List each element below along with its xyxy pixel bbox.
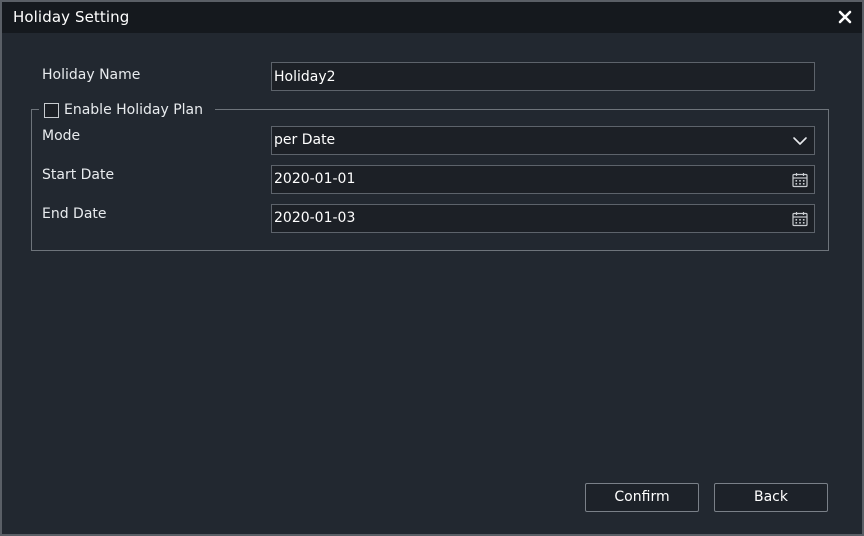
chevron-down-icon[interactable] — [790, 131, 810, 151]
calendar-icon[interactable] — [790, 209, 810, 229]
back-button[interactable]: Back — [714, 483, 828, 512]
end-date-field[interactable]: 2020-01-03 — [271, 204, 815, 233]
holiday-name-label: Holiday Name — [42, 67, 141, 83]
enable-holiday-plan-label[interactable]: Enable Holiday Plan — [64, 102, 203, 118]
holiday-name-input[interactable] — [274, 63, 814, 90]
holiday-setting-dialog: Holiday Setting Holiday Name Enable Holi… — [0, 0, 864, 536]
enable-holiday-plan-legend: Enable Holiday Plan — [39, 101, 215, 119]
title-bar: Holiday Setting — [2, 2, 862, 33]
end-date-value: 2020-01-03 — [274, 210, 356, 226]
close-icon[interactable] — [834, 6, 856, 28]
confirm-button[interactable]: Confirm — [585, 483, 699, 512]
calendar-icon[interactable] — [790, 170, 810, 190]
end-date-label: End Date — [42, 206, 107, 222]
dialog-title: Holiday Setting — [13, 8, 130, 26]
start-date-label: Start Date — [42, 167, 115, 183]
start-date-field[interactable]: 2020-01-01 — [271, 165, 815, 194]
start-date-value: 2020-01-01 — [274, 171, 356, 187]
mode-select-value: per Date — [274, 132, 336, 148]
mode-label: Mode — [42, 128, 81, 144]
enable-holiday-plan-checkbox[interactable] — [44, 102, 59, 118]
mode-select[interactable]: per Date — [271, 126, 815, 155]
holiday-name-field[interactable] — [271, 62, 815, 91]
